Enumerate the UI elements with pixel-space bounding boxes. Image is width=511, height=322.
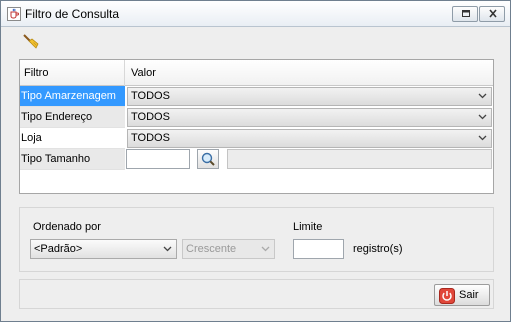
filter-label[interactable]: Tipo Tamanho — [20, 149, 125, 170]
chevron-down-icon — [261, 246, 270, 252]
filter-label[interactable]: Tipo Amarzenagem — [20, 86, 125, 107]
select-value: Crescente — [186, 243, 237, 255]
table-row[interactable]: Tipo Endereço TODOS — [20, 107, 493, 128]
exit-button[interactable]: Sair — [434, 284, 490, 306]
java-cup-icon — [7, 7, 21, 21]
limit-label: Limite — [293, 221, 323, 233]
restore-button[interactable] — [452, 6, 478, 22]
column-header-valor[interactable]: Valor — [126, 60, 493, 86]
select-value: TODOS — [131, 90, 170, 102]
exit-label: Sair — [459, 289, 479, 301]
window-title: Filtro de Consulta — [25, 7, 120, 21]
search-icon — [201, 152, 215, 166]
filter-dialog: Filtro de Consulta Filtro Valor Tipo Ama… — [0, 0, 511, 322]
tipo-endereco-select[interactable]: TODOS — [127, 108, 492, 127]
table-row[interactable]: Tipo Amarzenagem TODOS — [20, 86, 493, 107]
select-value: TODOS — [131, 132, 170, 144]
table-row[interactable]: Loja TODOS — [20, 128, 493, 149]
filter-table: Filtro Valor Tipo Amarzenagem TODOS Tipo… — [19, 59, 494, 194]
footer-bar: Sair — [19, 279, 494, 309]
power-icon — [439, 288, 455, 304]
limit-suffix: registro(s) — [353, 243, 403, 255]
chevron-down-icon — [163, 246, 172, 252]
order-label: Ordenado por — [33, 221, 101, 233]
chevron-down-icon — [478, 114, 487, 120]
order-by-select[interactable]: <Padrão> — [30, 239, 177, 259]
select-value: <Padrão> — [34, 243, 83, 255]
tipo-amarzenagem-select[interactable]: TODOS — [127, 87, 492, 106]
chevron-down-icon — [478, 93, 487, 99]
limit-input[interactable] — [293, 239, 344, 259]
close-button[interactable] — [479, 6, 505, 22]
loja-select[interactable]: TODOS — [127, 129, 492, 148]
filter-label[interactable]: Loja — [20, 128, 125, 149]
table-row[interactable]: Tipo Tamanho — [20, 149, 493, 170]
restore-icon — [462, 10, 470, 17]
tipo-tamanho-description — [227, 149, 492, 169]
title-bar[interactable]: Filtro de Consulta — [1, 1, 510, 27]
chevron-down-icon — [478, 135, 487, 141]
search-button[interactable] — [197, 149, 219, 169]
order-panel: Ordenado por Limite <Padrão> Crescente r… — [19, 207, 494, 272]
order-direction-select: Crescente — [182, 239, 275, 259]
column-header-filtro[interactable]: Filtro — [20, 60, 125, 86]
filter-label[interactable]: Tipo Endereço — [20, 107, 125, 128]
table-header: Filtro Valor — [20, 60, 493, 86]
broom-icon[interactable] — [21, 33, 41, 51]
close-icon — [489, 9, 497, 18]
select-value: TODOS — [131, 111, 170, 123]
tipo-tamanho-input[interactable] — [126, 149, 190, 169]
